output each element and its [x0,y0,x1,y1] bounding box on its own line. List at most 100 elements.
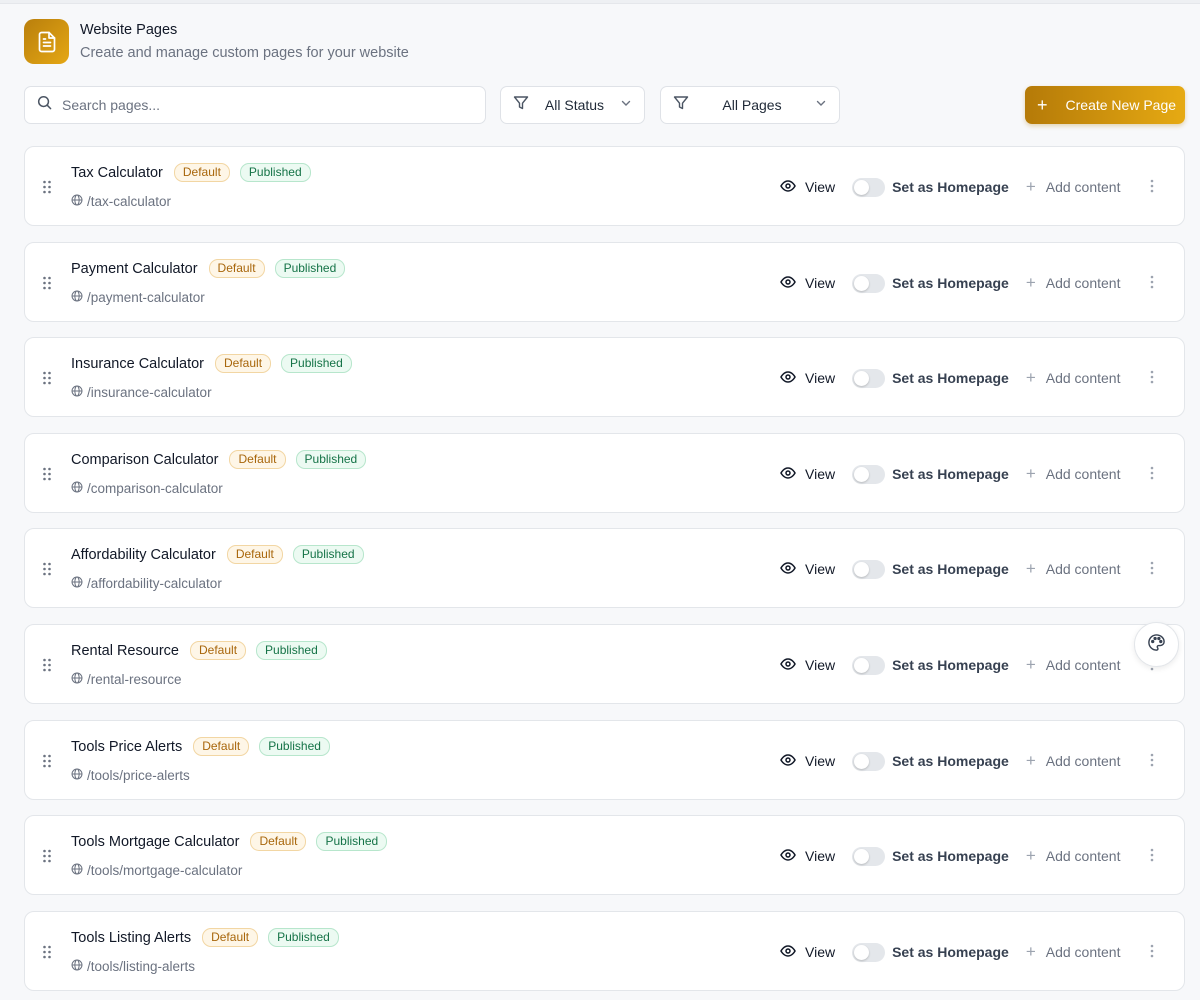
status-badge: Published [256,641,327,660]
row-actions: View Set as Homepage + Add content [780,463,1120,485]
more-vertical-icon[interactable] [1150,179,1154,198]
add-content-button[interactable]: + Add content [1026,943,1121,960]
eye-icon [780,753,796,769]
page-row[interactable]: Payment Calculator Default Published /pa… [24,242,1185,322]
page-name: Tools Mortgage Calculator [71,833,240,850]
page-row[interactable]: Rental Resource Default Published /renta… [24,624,1185,704]
view-button[interactable]: View [780,753,835,769]
page-header: Website Pages Create and manage custom p… [24,19,409,64]
page-slug: /comparison-calculator [87,481,223,496]
page-row[interactable]: Comparison Calculator Default Published … [24,433,1185,513]
drag-handle-icon[interactable] [42,754,52,773]
page-row[interactable]: Tax Calculator Default Published /tax-ca… [24,146,1185,226]
globe-icon [71,194,87,209]
pages-filter-select[interactable]: All Pages [660,86,840,124]
globe-icon [71,481,87,496]
homepage-toggle[interactable] [852,368,886,388]
homepage-toggle[interactable] [852,559,886,579]
page-title-line: Tools Listing Alerts Default Published [71,928,339,947]
default-badge: Default [173,163,230,182]
view-button[interactable]: View [780,275,835,291]
drag-handle-icon[interactable] [42,562,52,581]
more-vertical-icon[interactable] [1150,561,1154,580]
page-title: Website Pages [80,22,178,38]
more-vertical-icon[interactable] [1150,370,1154,389]
view-button[interactable]: View [780,657,835,673]
view-button[interactable]: View [780,370,835,386]
row-actions: View Set as Homepage + Add content [780,176,1120,198]
add-content-button[interactable]: + Add content [1025,464,1121,483]
plus-icon: + [1025,559,1036,578]
search-box[interactable] [24,86,486,124]
page-row[interactable]: Tools Listing Alerts Default Published /… [24,911,1185,991]
drag-handle-icon[interactable] [42,658,52,677]
add-content-button[interactable]: + Add content [1026,752,1121,769]
drag-handle-icon[interactable] [42,945,52,964]
page-row[interactable]: Affordability Calculator Default Publish… [24,528,1185,608]
homepage-label: Set as Homepage [892,657,1009,673]
create-new-page-button[interactable]: + Create New Page [1025,86,1185,124]
row-actions: View Set as Homepage + Add content [780,367,1120,389]
plus-icon: + [1025,464,1036,483]
view-label: View [805,466,836,482]
add-content-button[interactable]: + Add content [1026,178,1121,195]
default-badge: Default [190,641,247,660]
drag-handle-icon[interactable] [42,276,52,295]
row-actions: View Set as Homepage + Add content [780,272,1120,294]
view-button[interactable]: View [780,179,835,195]
homepage-toggle[interactable] [852,177,886,197]
row-actions: View Set as Homepage + Add content [780,845,1120,867]
homepage-label: Set as Homepage [892,848,1009,864]
top-bar [0,0,1200,4]
page-row[interactable]: Tools Price Alerts Default Published /to… [24,720,1185,800]
homepage-toggle[interactable] [852,655,886,675]
document-icon [24,19,69,64]
homepage-toggle[interactable] [852,751,886,771]
drag-handle-icon[interactable] [42,180,52,199]
view-button[interactable]: View [780,561,835,577]
page-name: Tax Calculator [71,164,163,181]
more-vertical-icon[interactable] [1150,753,1154,772]
page-slug-line: /insurance-calculator [71,385,212,400]
search-input[interactable] [62,97,462,113]
eye-icon [780,179,796,195]
add-content-button[interactable]: + Add content [1026,847,1121,864]
more-vertical-icon[interactable] [1150,275,1154,294]
homepage-label: Set as Homepage [892,370,1009,386]
more-vertical-icon[interactable] [1150,944,1154,963]
page-name: Affordability Calculator [71,546,216,563]
add-content-button[interactable]: + Add content [1026,656,1121,673]
drag-handle-icon[interactable] [42,371,52,390]
homepage-toggle[interactable] [852,846,886,866]
more-vertical-icon[interactable] [1150,466,1154,485]
page-slug: /tax-calculator [87,194,172,209]
status-badge: Published [268,928,339,947]
add-content-button[interactable]: + Add content [1025,559,1121,578]
palette-button[interactable] [1134,622,1179,667]
page-row[interactable]: Insurance Calculator Default Published /… [24,337,1185,417]
add-content-button[interactable]: + Add content [1026,369,1121,386]
drag-handle-icon[interactable] [42,849,52,868]
plus-icon: + [1025,273,1036,292]
row-actions: View Set as Homepage + Add content [780,558,1120,580]
homepage-toggle[interactable] [852,464,886,484]
homepage-toggle[interactable] [852,273,886,293]
status-filter-select[interactable]: All Status [500,86,645,124]
view-label: View [805,179,836,195]
view-button[interactable]: View [780,466,835,482]
homepage-toggle[interactable] [852,942,886,962]
page-title-line: Payment Calculator Default Published [71,259,346,278]
view-button[interactable]: View [780,944,835,960]
page-row[interactable]: Tools Mortgage Calculator Default Publis… [24,815,1185,895]
create-new-page-label: Create New Page [1065,97,1177,113]
default-badge: Default [202,928,259,947]
more-vertical-icon[interactable] [1150,848,1154,867]
add-content-button[interactable]: + Add content [1025,273,1121,292]
page-name: Comparison Calculator [71,451,219,468]
eye-icon [780,657,796,673]
drag-handle-icon[interactable] [42,467,52,486]
view-button[interactable]: View [780,848,835,864]
globe-icon [71,576,87,591]
globe-icon [71,959,87,974]
row-actions: View Set as Homepage + Add content [780,941,1120,963]
